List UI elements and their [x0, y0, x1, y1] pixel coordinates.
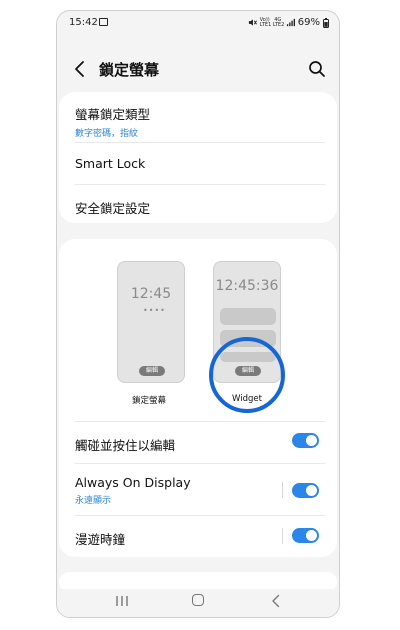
battery-percent: 69%: [297, 17, 320, 28]
secure-lock-settings-item[interactable]: 安全鎖定設定: [75, 198, 325, 217]
lock-settings-card: 螢幕鎖定類型 數字密碼，指紋 Smart Lock 安全鎖定設定: [59, 92, 337, 223]
screen-lock-type-value: 數字密碼，指紋: [75, 129, 139, 139]
divider: [75, 421, 325, 422]
status-right: Vo)) LTE1 4G LTE2 69%: [248, 17, 329, 28]
lock-screen-preview-label: 鎖定螢幕: [131, 396, 166, 406]
lock-screen-preview[interactable]: 12:45 •••• 編輯: [117, 261, 185, 383]
mute-icon: [248, 19, 257, 26]
vertical-separator: [282, 528, 283, 544]
edit-button[interactable]: 編輯: [139, 366, 165, 376]
4g-lte2-indicator: 4G LTE2: [272, 16, 285, 28]
divider: [75, 142, 325, 143]
divider: [75, 463, 325, 464]
roaming-clock-toggle[interactable]: [292, 528, 319, 543]
preview-clock: 12:45: [130, 286, 172, 302]
always-on-display-value: 永遠顯示: [75, 496, 112, 506]
app-header: 鎖定螢幕: [57, 55, 339, 85]
always-on-display-label: Always On Display: [75, 475, 191, 490]
smart-lock-label: Smart Lock: [75, 156, 146, 171]
home-icon[interactable]: [192, 594, 204, 606]
always-on-display-toggle[interactable]: [292, 483, 319, 498]
page-title: 鎖定螢幕: [99, 61, 160, 79]
toggle-knob: [306, 435, 317, 446]
widget-placeholder: [220, 308, 276, 325]
smart-lock-item[interactable]: Smart Lock: [75, 156, 325, 171]
toggle-knob: [306, 530, 317, 541]
toggle-knob: [306, 485, 317, 496]
search-icon[interactable]: [307, 59, 327, 79]
touch-hold-edit-item[interactable]: 觸碰並按住以編輯: [75, 435, 325, 454]
secure-lock-settings-label: 安全鎖定設定: [75, 201, 151, 216]
always-on-display-item[interactable]: Always On Display 永遠顯示: [75, 475, 325, 506]
phone-screen: 15:42 Vo)) LTE1 4G LTE2 69% 鎖定螢幕 螢幕鎖定類型 …: [56, 10, 340, 618]
pin-dots: ••••: [143, 306, 166, 315]
roaming-clock-label: 漫遊時鐘: [75, 532, 126, 547]
roaming-clock-item[interactable]: 漫遊時鐘: [75, 529, 325, 548]
back-arrow-icon[interactable]: [71, 59, 91, 79]
navigation-bar: [57, 589, 339, 617]
volte-lte1-indicator: Vo)) LTE1: [259, 16, 272, 28]
touch-hold-edit-label: 觸碰並按住以編輯: [75, 438, 176, 453]
widget-preview-clock: 12:45:36: [215, 278, 279, 294]
recent-apps-icon[interactable]: [115, 595, 129, 607]
divider: [75, 184, 325, 185]
back-nav-icon[interactable]: [270, 594, 282, 608]
battery-icon: [323, 17, 329, 28]
signal-icon: [286, 18, 295, 27]
highlight-circle: [209, 337, 285, 413]
screen-lock-type-item[interactable]: 螢幕鎖定類型 數字密碼，指紋: [75, 104, 325, 139]
lock-screen-preview-card: 12:45 •••• 編輯 鎖定螢幕 12:45:36 編輯 Widget 觸碰…: [59, 239, 337, 557]
status-time: 15:42: [69, 17, 98, 28]
touch-hold-edit-toggle[interactable]: [292, 433, 319, 448]
status-bar: 15:42 Vo)) LTE1 4G LTE2 69%: [57, 11, 339, 35]
screen-lock-type-label: 螢幕鎖定類型: [75, 107, 151, 122]
vertical-separator: [282, 482, 283, 498]
gallery-notification-icon: [99, 18, 108, 26]
divider: [75, 515, 325, 516]
